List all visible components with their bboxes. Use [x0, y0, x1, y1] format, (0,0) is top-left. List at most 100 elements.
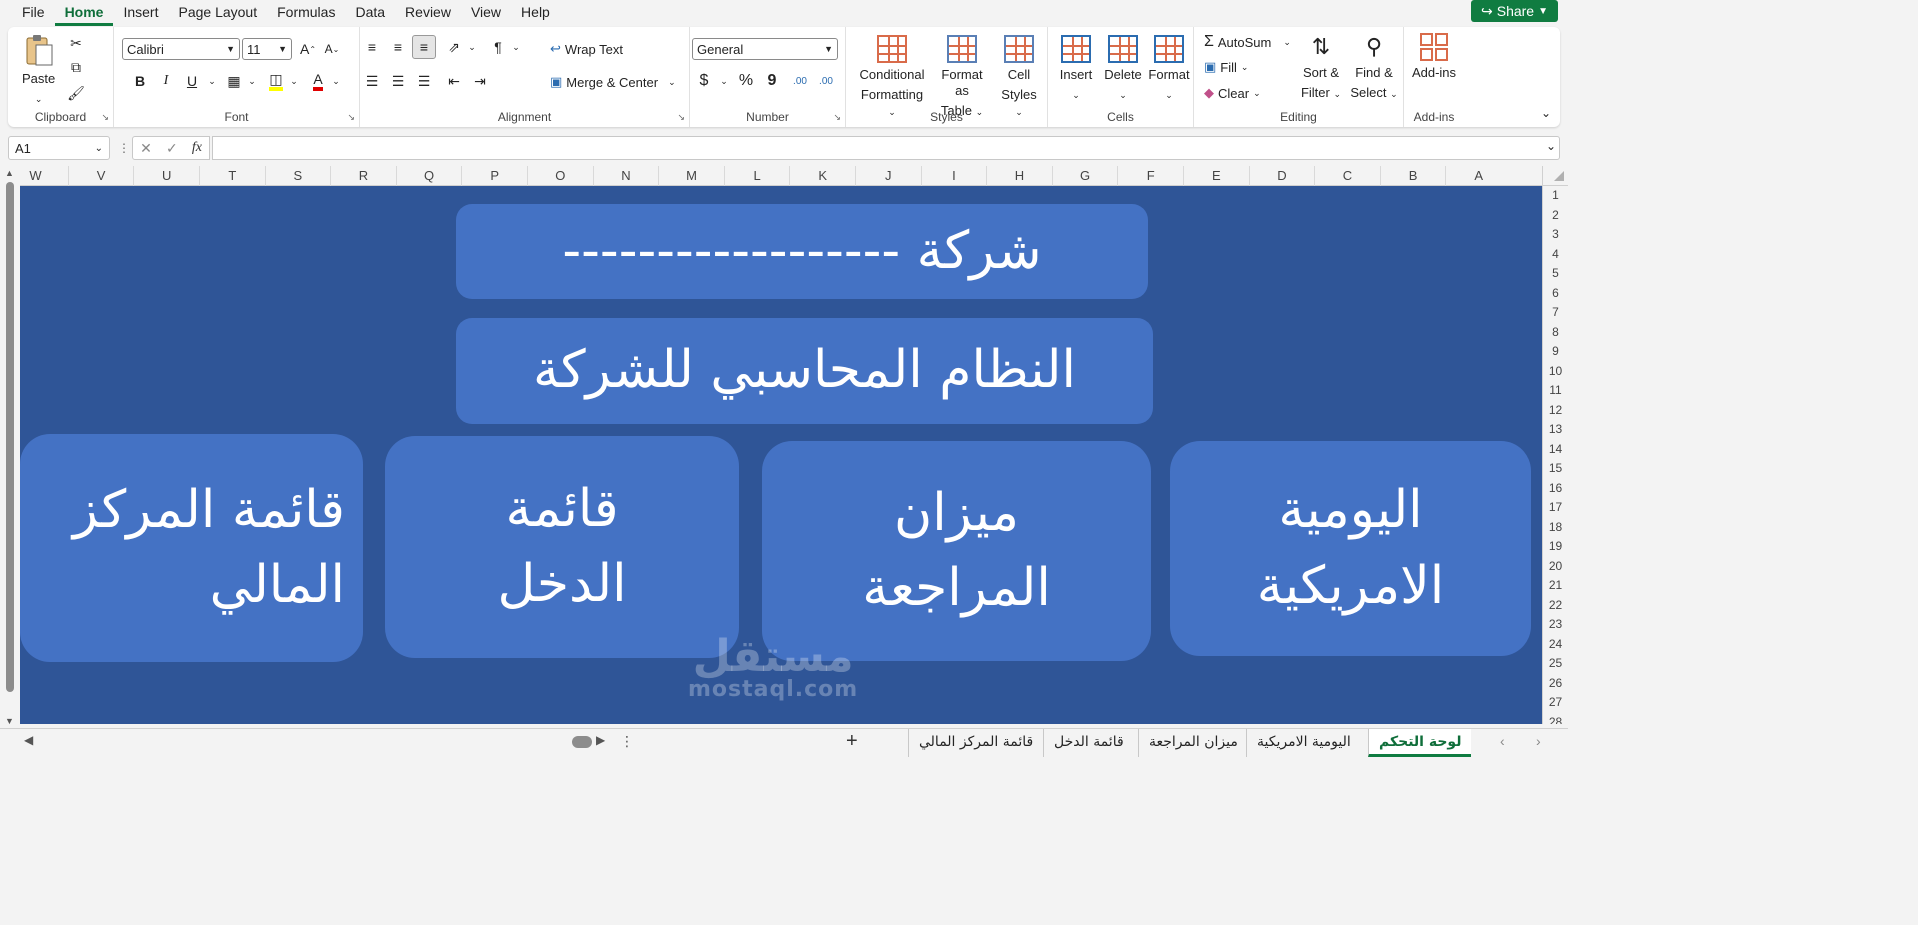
menu-review[interactable]: Review	[395, 0, 461, 26]
format-painter-icon[interactable]: 🖌	[64, 81, 88, 105]
row-header[interactable]: 23	[1543, 615, 1568, 635]
insert-function-button[interactable]: fx	[192, 140, 202, 156]
sheet-tab-financial-position[interactable]: قائمة المركز المالي	[908, 729, 1043, 757]
row-header[interactable]: 8	[1543, 323, 1568, 343]
column-header[interactable]: I	[920, 166, 987, 186]
grow-font-button[interactable]: A ⌃	[296, 37, 320, 61]
income-statement-shape[interactable]: قائمة الدخل	[385, 436, 739, 658]
launcher-icon[interactable]: ↘	[833, 112, 841, 123]
formula-input[interactable]	[212, 136, 1560, 160]
format-cells-button[interactable]: Format ⌄	[1148, 35, 1190, 103]
add-sheet-icon[interactable]: +	[846, 730, 858, 753]
conditional-formatting-button[interactable]: Conditional Formatting ⌄	[856, 35, 928, 120]
chevron-down-icon[interactable]: ⌄	[504, 35, 528, 59]
column-header[interactable]: K	[789, 166, 855, 186]
sheet-tab-income-statement[interactable]: قائمة الدخل	[1043, 729, 1134, 757]
column-header[interactable]: O	[527, 166, 593, 186]
increase-decimal-button[interactable]: .00	[788, 69, 812, 93]
comma-button[interactable]: 9	[760, 69, 784, 93]
select-all-corner[interactable]	[1542, 166, 1568, 186]
financial-position-shape[interactable]: قائمة المركز المالي	[20, 434, 363, 662]
font-size-combo[interactable]: 11 ▼	[242, 38, 292, 60]
column-header[interactable]: N	[592, 166, 659, 186]
row-header[interactable]: 26	[1543, 674, 1568, 694]
row-header[interactable]: 14	[1543, 440, 1568, 460]
column-header[interactable]: H	[986, 166, 1052, 186]
menu-file[interactable]: File	[12, 0, 55, 26]
column-header[interactable]: Q	[395, 166, 462, 186]
vertical-scrollbar[interactable]: ▲ ▼	[0, 166, 20, 728]
company-title-shape[interactable]: شركة ------------------	[456, 204, 1148, 299]
row-header[interactable]: 15	[1543, 459, 1568, 479]
row-header[interactable]: 17	[1543, 498, 1568, 518]
italic-button[interactable]: I	[154, 69, 178, 93]
row-header[interactable]: 13	[1543, 420, 1568, 440]
autosum-button[interactable]: Σ AutoSum ⌄	[1204, 33, 1291, 51]
enter-icon[interactable]: ✓	[166, 140, 178, 157]
row-header[interactable]: 18	[1543, 518, 1568, 538]
column-header[interactable]: A	[1445, 166, 1511, 186]
chevron-down-icon[interactable]: ⌄	[240, 69, 264, 93]
percent-button[interactable]: %	[734, 69, 758, 93]
cancel-icon[interactable]: ✕	[140, 140, 152, 157]
menu-insert[interactable]: Insert	[113, 0, 168, 26]
column-header[interactable]: E	[1183, 166, 1249, 186]
column-header[interactable]: G	[1051, 166, 1118, 186]
launcher-icon[interactable]: ↘	[347, 112, 355, 123]
menu-page-layout[interactable]: Page Layout	[168, 0, 267, 26]
share-button[interactable]: ↪ Share ▼	[1471, 0, 1558, 22]
general-journal-shape[interactable]: اليومية الامريكية	[1170, 441, 1531, 656]
bold-button[interactable]: B	[128, 69, 152, 93]
find-select-button[interactable]: ⚲ Find & Select ⌄	[1348, 33, 1400, 102]
horizontal-scroll-thumb[interactable]	[572, 736, 592, 748]
chevron-down-icon[interactable]: ⌄	[324, 69, 348, 93]
increase-indent-icon[interactable]: ⇥	[468, 69, 492, 93]
wrap-text-button[interactable]: ↩ Wrap Text	[550, 41, 623, 57]
addins-button[interactable]: Add-ins	[1410, 33, 1458, 81]
column-header[interactable]: J	[855, 166, 921, 186]
decrease-decimal-button[interactable]: .00	[814, 69, 838, 93]
menu-data[interactable]: Data	[345, 0, 395, 26]
row-header[interactable]: 19	[1543, 537, 1568, 557]
more-options-icon[interactable]: ⋮	[118, 141, 130, 155]
row-header[interactable]: 3	[1543, 225, 1568, 245]
column-header[interactable]: V	[67, 166, 134, 186]
decrease-indent-icon[interactable]: ⇤	[442, 69, 466, 93]
shrink-font-button[interactable]: A ⌄	[320, 37, 344, 61]
row-header[interactable]: 27	[1543, 693, 1568, 713]
scroll-down-icon[interactable]: ▼	[5, 716, 14, 726]
number-format-combo[interactable]: General ▼	[692, 38, 838, 60]
accounting-system-shape[interactable]: النظام المحاسبي للشركة	[456, 318, 1153, 424]
align-right-icon[interactable]: ☰	[412, 69, 436, 93]
trial-balance-shape[interactable]: ميزان المراجعة	[762, 441, 1151, 661]
name-box[interactable]: A1 ⌄	[8, 136, 110, 160]
chevron-down-icon[interactable]: ⌄	[282, 69, 306, 93]
cut-icon[interactable]: ✂	[64, 31, 88, 55]
cell-styles-button[interactable]: Cell Styles ⌄	[996, 35, 1042, 120]
row-header[interactable]: 25	[1543, 654, 1568, 674]
column-header[interactable]: U	[133, 166, 199, 186]
row-header[interactable]: 5	[1543, 264, 1568, 284]
delete-cells-button[interactable]: Delete ⌄	[1102, 35, 1144, 103]
sort-filter-button[interactable]: ⇅ Sort & Filter ⌄	[1298, 33, 1344, 102]
collapse-ribbon-icon[interactable]: ⌄	[1534, 101, 1558, 125]
align-center-icon[interactable]: ☰	[386, 69, 410, 93]
chevron-down-icon[interactable]: ⌄	[712, 69, 736, 93]
row-header[interactable]: 11	[1543, 381, 1568, 401]
menu-view[interactable]: View	[461, 0, 511, 26]
align-bottom-icon[interactable]: ≡	[412, 35, 436, 59]
row-header[interactable]: 24	[1543, 635, 1568, 655]
column-header[interactable]: C	[1314, 166, 1380, 186]
column-header[interactable]: M	[658, 166, 724, 186]
paste-button[interactable]: Paste ⌄	[22, 33, 55, 107]
row-header[interactable]: 22	[1543, 596, 1568, 616]
column-header[interactable]: P	[461, 166, 527, 186]
tab-scroll-right-icon[interactable]: ›	[1536, 733, 1541, 749]
row-header[interactable]: 21	[1543, 576, 1568, 596]
align-left-icon[interactable]: ☰	[360, 69, 384, 93]
menu-home[interactable]: Home	[54, 0, 114, 26]
chevron-down-icon[interactable]: ⌄	[200, 69, 224, 93]
sheet-canvas[interactable]: شركة ------------------ النظام المحاسبي …	[20, 186, 1542, 724]
column-header[interactable]: R	[330, 166, 396, 186]
row-header[interactable]: 7	[1543, 303, 1568, 323]
